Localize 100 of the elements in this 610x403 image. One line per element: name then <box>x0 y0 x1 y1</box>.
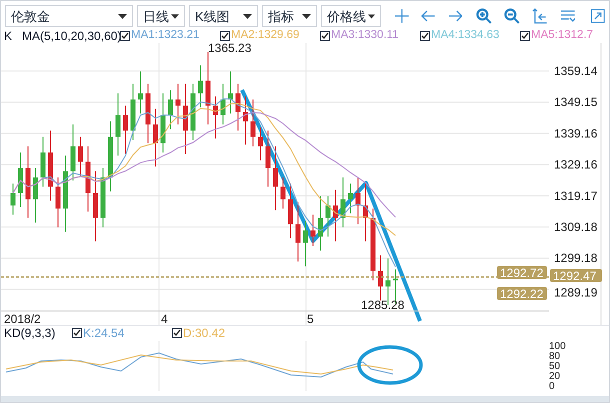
ma-value: MA5:1312.7 <box>531 30 594 42</box>
candlestick <box>48 130 53 202</box>
ma-value: MA2:1329.69 <box>231 30 300 42</box>
price-tag: 1292.22 <box>497 287 547 301</box>
kd-axis-label: 20 <box>549 371 560 382</box>
crosshair-icon[interactable] <box>395 9 409 23</box>
kd-axis-label: 0 <box>549 381 555 391</box>
ma-value: MA3:1330.11 <box>331 30 399 42</box>
left-arrow-icon[interactable] <box>420 10 435 22</box>
checkbox[interactable] <box>420 31 430 41</box>
candlestick <box>198 64 203 108</box>
checkbox[interactable] <box>220 31 230 41</box>
candlestick <box>168 90 173 130</box>
candlestick <box>258 127 263 161</box>
checkbox[interactable] <box>172 328 182 338</box>
candlestick <box>363 183 368 242</box>
indicator-label: KD(9,3,3) <box>4 326 56 338</box>
candlestick <box>333 189 338 242</box>
candlestick <box>220 83 226 125</box>
price-axis-label: 1329.16 <box>554 158 598 172</box>
date-axis-label: 2018/2 <box>4 312 41 325</box>
candlestick <box>266 130 270 188</box>
candlestick <box>340 176 346 228</box>
candlestick <box>93 170 98 242</box>
candlestick <box>153 108 158 167</box>
candlestick <box>378 254 383 301</box>
candlestick <box>326 196 330 238</box>
candlestick <box>250 98 256 147</box>
candlestick <box>116 92 120 156</box>
candlestick <box>356 176 360 225</box>
date-axis-label: 4 <box>161 312 168 325</box>
candlestick <box>190 83 196 140</box>
candlestick <box>213 96 218 139</box>
dropdown[interactable]: 伦敦金 <box>5 5 133 27</box>
date-axis-label: 5 <box>307 312 314 325</box>
candlestick <box>70 124 76 182</box>
dropdown[interactable]: K线图 <box>189 5 258 27</box>
candlestick <box>296 202 300 262</box>
candlestick <box>303 220 308 267</box>
candlestick <box>318 196 323 252</box>
kd-value: D:30.42 <box>183 326 226 338</box>
price-tag: 1292.47 <box>550 269 602 283</box>
price-axis-label: 1299.18 <box>554 251 598 266</box>
list-icon[interactable] <box>560 9 576 23</box>
candlestick <box>130 83 136 140</box>
checkbox[interactable] <box>120 31 130 41</box>
caret-icon <box>118 14 127 18</box>
indicator-label: MA(5,10,20,30,60) <box>22 30 120 42</box>
candlestick <box>86 146 90 212</box>
price-axis-label: 1309.18 <box>554 220 598 234</box>
candlestick <box>228 70 233 114</box>
checkbox[interactable] <box>320 31 330 41</box>
caret-icon <box>171 14 179 18</box>
dropdown[interactable]: 日线 <box>137 5 185 27</box>
kd-axis-label: 100 <box>549 341 566 352</box>
candlestick <box>18 152 23 208</box>
price-tag: 1292.72 <box>497 266 547 280</box>
candlestick <box>100 168 106 228</box>
checkbox[interactable] <box>72 328 82 338</box>
caret-icon <box>368 14 375 18</box>
candlestick <box>288 183 293 239</box>
candlestick <box>310 214 316 246</box>
price-axis-label: 1359.14 <box>554 64 598 78</box>
circle-annotation <box>357 345 423 385</box>
zoom-out-icon[interactable] <box>504 8 520 24</box>
price-axis-label: 1319.17 <box>554 188 598 203</box>
high-price-label: 1365.23 <box>208 43 252 55</box>
candlestick <box>56 176 60 228</box>
right-arrow-icon[interactable] <box>448 10 462 22</box>
candlestick <box>40 136 46 188</box>
candlestick <box>138 70 143 114</box>
candlestick <box>236 83 240 132</box>
candlestick <box>160 92 166 153</box>
checkbox[interactable] <box>520 31 530 41</box>
low-price-label: 1285.28 <box>361 298 404 312</box>
candlestick <box>280 176 286 210</box>
kd-axis-label: 50 <box>549 361 560 372</box>
kd-axis-label: 80 <box>549 351 560 362</box>
price-axis-label: 1349.15 <box>554 95 598 110</box>
candlestick <box>123 105 128 155</box>
axis-icon[interactable] <box>532 8 548 24</box>
candlestick <box>273 146 278 211</box>
ma-value: MA1:1323.21 <box>131 30 200 42</box>
candlestick <box>243 96 248 146</box>
candlestick <box>176 83 180 125</box>
candlestick <box>33 168 38 224</box>
dropdown[interactable]: 价格线 <box>321 5 381 27</box>
chart-type-label: K <box>4 30 12 42</box>
ma-value: MA4:1334.63 <box>431 30 500 42</box>
candlestick <box>10 183 16 216</box>
caret-icon <box>302 14 311 18</box>
candlestick <box>183 83 188 155</box>
candlestick <box>108 120 113 192</box>
zoom-in-icon[interactable] <box>476 8 492 24</box>
dropdown[interactable]: 指标 <box>262 5 317 27</box>
price-axis-label: 1289.19 <box>554 285 598 300</box>
candlestick <box>78 136 83 176</box>
expand-icon[interactable] <box>591 9 605 23</box>
candlestick <box>348 183 353 214</box>
candlestick <box>146 83 150 144</box>
